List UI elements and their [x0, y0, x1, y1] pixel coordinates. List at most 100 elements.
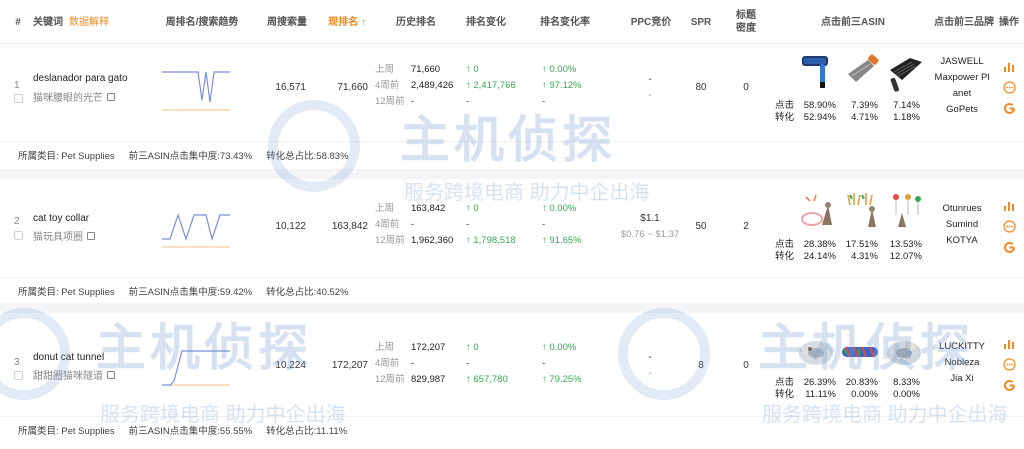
top3-brands: JASWELL Maxpower Pl anet GoPets: [929, 54, 995, 118]
asin-click: 58.90%: [803, 100, 836, 111]
keyword-cn: 猫咪腰眼的光芒: [33, 89, 115, 104]
asin-conv: 4.31%: [851, 251, 878, 262]
asin-product-image[interactable]: [840, 331, 880, 371]
ppc-range: -: [648, 368, 652, 379]
brand-name[interactable]: anet: [929, 86, 995, 102]
brand-name[interactable]: Jia Xi: [929, 371, 995, 387]
asin-click: 8.33%: [893, 377, 920, 388]
rank-change: -: [466, 219, 470, 230]
asin-stat: 20.83% 0.00%: [838, 377, 878, 401]
header-spr[interactable]: SPR: [686, 0, 716, 44]
rank-change-rate: ↑ 91.65%: [542, 235, 582, 246]
header-keyword-label: 关键词: [33, 16, 63, 28]
rank-change-list: ↑ 0 - ↑ 657,780: [466, 340, 508, 388]
hist-value: 163,842: [411, 203, 446, 214]
bar-chart-icon-part: [1011, 65, 1014, 72]
header-ppc[interactable]: PPC竞价: [624, 0, 678, 44]
trend-sparkline[interactable]: [160, 66, 232, 114]
asin-conv: 24.14%: [803, 251, 836, 262]
more-icon[interactable]: [1002, 81, 1016, 94]
bar-chart-icon[interactable]: [1003, 337, 1016, 350]
bar-chart-icon[interactable]: [1003, 60, 1016, 73]
click-label: 点击: [775, 377, 795, 388]
more-icon[interactable]: [1002, 358, 1016, 371]
row-checkbox[interactable]: [14, 371, 23, 380]
asin-product-image[interactable]: [842, 191, 882, 231]
brand-name[interactable]: GoPets: [929, 102, 995, 118]
asin-product-image[interactable]: [884, 331, 924, 371]
header-current-rank[interactable]: 现排名 ↑: [322, 0, 372, 44]
edit-icon[interactable]: [87, 231, 95, 240]
google-icon[interactable]: [1003, 102, 1016, 115]
more-icon-dot: [1010, 225, 1013, 228]
asin-stat: 26.39% 11.11%: [796, 377, 836, 401]
keyword-text[interactable]: donut cat tunnel: [33, 352, 104, 363]
bar-chart-icon-part: [1007, 202, 1010, 211]
trend-sparkline[interactable]: [160, 205, 232, 251]
asin-product-image-part: [820, 82, 825, 88]
conversion-total-label: 转化总占比:58.83%: [266, 150, 349, 162]
asin-product-image-part: [825, 202, 831, 208]
brand-name[interactable]: KOTYA: [929, 233, 995, 249]
header-top3-asin: 点击前三ASIN: [821, 16, 885, 28]
hist-label: 4周前: [375, 358, 400, 369]
asin-product-image[interactable]: [798, 52, 838, 92]
asin-click: 20.83%: [845, 377, 878, 388]
header-trend[interactable]: 周排名/搜索趋势: [152, 0, 252, 44]
hist-value: -: [411, 96, 415, 107]
row-summary: 所属类目: Pet Supplies 前三ASIN点击集中度:55.55% 转化…: [0, 416, 1024, 442]
header-title-density-line2: 密度: [736, 23, 756, 34]
asin-stat-labels: 点击 转化: [775, 377, 794, 401]
more-icon-dot: [1005, 363, 1008, 366]
google-icon[interactable]: [1003, 241, 1016, 254]
keyword-text[interactable]: cat toy collar: [33, 213, 89, 224]
header-rank-change[interactable]: 排名变化: [458, 0, 514, 44]
asin-click: 28.38%: [803, 239, 836, 250]
brand-name[interactable]: LUCKITTY: [929, 339, 995, 355]
trend-line: [162, 213, 230, 242]
asin-product-image-part: [893, 194, 899, 200]
asin-product-image[interactable]: [886, 191, 926, 231]
header-title-density[interactable]: 标题 密度: [731, 0, 761, 44]
header-weekly-search[interactable]: 周搜索量: [262, 0, 312, 44]
spr-value: 80: [695, 82, 707, 93]
current-rank-sort[interactable]: 现排名 ↑: [328, 16, 366, 29]
asin-product-image[interactable]: [886, 54, 926, 94]
rank-change: ↑ 2,417,766: [466, 80, 516, 91]
edit-icon[interactable]: [107, 370, 115, 379]
asin-stat-labels: 点击 转化: [775, 239, 794, 263]
row-checkbox[interactable]: [14, 94, 23, 103]
asin-stat: 8.33% 0.00%: [880, 377, 920, 401]
header-rank-change-rate[interactable]: 排名变化率: [533, 0, 597, 44]
table-header: # 关键词 数据解释 周排名/搜索趋势 周搜索量 现排名 ↑ 历史排名 排名变化…: [0, 0, 1024, 44]
asin-stat-labels: 点击 转化: [775, 100, 794, 124]
keyword-text[interactable]: deslanador para gato: [33, 73, 128, 84]
hist-value: 829,987: [411, 374, 446, 385]
hist-value: -: [411, 219, 415, 230]
row-summary: 所属类目: Pet Supplies 前三ASIN点击集中度:73.43% 转化…: [0, 141, 1024, 167]
asin-product-image[interactable]: [798, 191, 838, 231]
brand-name[interactable]: Sumind: [929, 217, 995, 233]
brand-name[interactable]: Nobleza: [929, 355, 995, 371]
google-icon[interactable]: [1003, 379, 1016, 392]
rank-change-rate: ↑ 0.00%: [542, 203, 577, 214]
row-checkbox[interactable]: [14, 231, 23, 240]
click-label: 点击: [775, 239, 795, 250]
hist-label: 4周前: [375, 80, 400, 91]
asin-product-image[interactable]: [796, 331, 836, 371]
weekly-search-value: 10,224: [275, 360, 306, 371]
brand-name[interactable]: Otunrues: [929, 201, 995, 217]
more-icon-dot: [1005, 86, 1008, 89]
brand-name[interactable]: JASWELL: [929, 54, 995, 70]
hist-label: 4周前: [375, 219, 400, 230]
data-explain-link[interactable]: 数据解释: [69, 16, 109, 29]
bar-chart-icon[interactable]: [1003, 199, 1016, 212]
trend-sparkline[interactable]: [160, 341, 232, 389]
edit-icon[interactable]: [107, 92, 115, 101]
asin-product-image-part: [869, 206, 875, 212]
asin-conv: 12.07%: [889, 251, 922, 262]
current-rank-value: 163,842: [331, 221, 368, 232]
more-icon[interactable]: [1002, 220, 1016, 233]
asin-product-image[interactable]: [842, 54, 882, 94]
brand-name[interactable]: Maxpower Pl: [929, 70, 995, 86]
